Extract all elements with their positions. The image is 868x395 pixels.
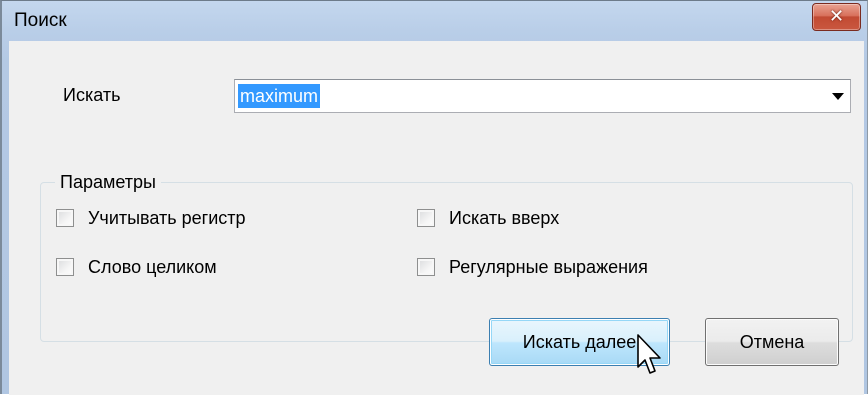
checkbox-box[interactable]: [417, 209, 435, 227]
title-bar[interactable]: Поиск ✕: [2, 1, 867, 41]
regex-label[interactable]: Регулярные выражения: [449, 257, 648, 278]
close-icon: ✕: [828, 6, 845, 27]
search-combobox[interactable]: maximum: [234, 79, 851, 113]
options-group-title: Параметры: [55, 172, 161, 193]
whole-word-label[interactable]: Слово целиком: [88, 257, 217, 278]
checkbox-box[interactable]: [417, 258, 435, 276]
search-up-label[interactable]: Искать вверх: [449, 208, 559, 229]
checkbox-box[interactable]: [56, 258, 74, 276]
window-title: Поиск: [14, 10, 67, 31]
chevron-down-icon[interactable]: [832, 93, 844, 100]
cancel-button[interactable]: Отмена: [705, 318, 839, 366]
find-dialog-window: Поиск ✕ Искать maximum Параметры Учитыва…: [0, 0, 868, 395]
match-case-label[interactable]: Учитывать регистр: [88, 208, 246, 229]
dialog-body: Искать maximum Параметры Учитывать регис…: [9, 41, 864, 395]
find-next-button[interactable]: Искать далее: [489, 318, 670, 366]
search-input-value[interactable]: maximum: [238, 84, 321, 108]
close-button[interactable]: ✕: [812, 3, 861, 31]
checkbox-box[interactable]: [56, 209, 74, 227]
search-label: Искать: [63, 85, 121, 105]
